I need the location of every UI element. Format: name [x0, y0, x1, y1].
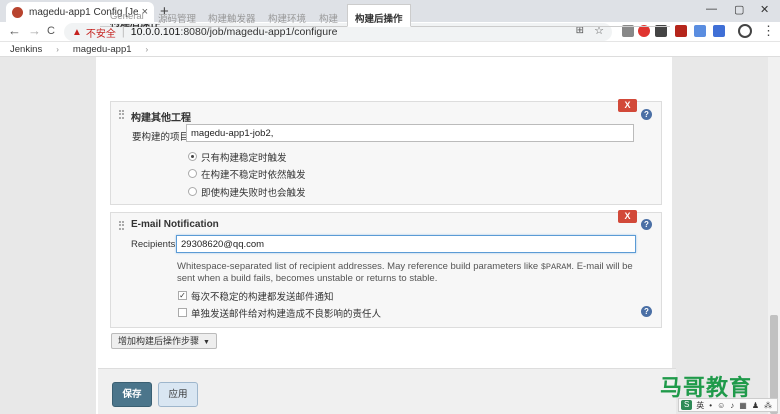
menu-more-icon[interactable]: ⋮ [762, 23, 775, 39]
caret-down-icon: ▼ [203, 339, 210, 346]
option-failed[interactable]: 即使构建失败时也会触发 [201, 185, 306, 199]
delete-step-button[interactable]: X [618, 210, 637, 223]
close-window-button[interactable]: ✕ [760, 3, 769, 16]
ime-punct-icon[interactable]: • [709, 401, 712, 410]
warning-icon: ▲ [72, 26, 82, 38]
projects-label: 要构建的项目 [132, 132, 190, 143]
option-stable-only[interactable]: 只有构建稳定时触发 [201, 150, 287, 164]
recipients-input[interactable] [176, 235, 636, 253]
minimize-button[interactable]: — [706, 3, 717, 15]
extension-pdf-icon[interactable] [675, 25, 687, 37]
save-button[interactable]: 保存 [112, 382, 152, 407]
back-button[interactable]: ← [8, 23, 21, 38]
ime-toolbar[interactable]: S 英 • ☺ ♪ ▦ ♟ ⁂ [678, 398, 778, 412]
ime-grid-icon[interactable]: ⁂ [764, 401, 772, 410]
recipients-label: Recipients [131, 239, 176, 250]
radio-stable-only[interactable] [188, 152, 197, 161]
help-icon[interactable]: ? [641, 219, 652, 230]
checkbox-responsible[interactable] [178, 308, 187, 317]
section-title: 构建其他工程 [131, 113, 191, 124]
tab-post-build[interactable]: 构建后操作 [347, 4, 411, 27]
option-unstable[interactable]: 在构建不稳定时依然触发 [201, 167, 306, 181]
recipients-description: Whitespace-separated list of recipient a… [177, 261, 633, 284]
breadcrumb-separator-icon: › [145, 44, 149, 54]
breadcrumb-separator-icon: › [56, 44, 59, 54]
breadcrumb-job[interactable]: magedu-app1 [73, 44, 132, 55]
option-every-unstable[interactable]: 每次不稳定的构建都发送邮件通知 [191, 289, 334, 303]
option-responsible[interactable]: 单独发送邮件给对构建造成不良影响的责任人 [191, 306, 381, 320]
tab-build[interactable]: 构建 [319, 11, 338, 25]
radio-unstable[interactable] [188, 169, 197, 178]
maximize-button[interactable]: ▢ [734, 3, 744, 16]
jenkins-favicon-icon [12, 6, 23, 18]
reload-button[interactable]: C [47, 25, 55, 37]
page-scrollbar[interactable] [768, 57, 780, 414]
add-post-build-step-button[interactable]: 增加构建后操作步骤 ▼ [111, 333, 217, 349]
extension-translate-icon[interactable] [713, 25, 725, 37]
profile-avatar-icon[interactable] [738, 24, 752, 38]
ime-voice-icon[interactable]: ♪ [730, 401, 734, 410]
projects-input[interactable] [186, 124, 634, 142]
checkbox-unstable[interactable]: ✓ [178, 291, 187, 300]
ime-emoji-icon[interactable]: ☺ [717, 401, 725, 410]
section-title: E-mail Notification [131, 219, 219, 230]
ime-shirt-icon[interactable]: ♟ [752, 401, 759, 410]
breadcrumb-jenkins[interactable]: Jenkins [10, 44, 42, 55]
ime-keyboard-icon[interactable]: ▦ [739, 401, 747, 410]
drag-handle-icon[interactable] [119, 110, 124, 119]
extension-check-icon[interactable] [694, 25, 706, 37]
breadcrumb: Jenkins › magedu-app1 › [0, 42, 780, 57]
apply-button[interactable]: 应用 [158, 382, 198, 407]
radio-failed[interactable] [188, 187, 197, 196]
tab-triggers[interactable]: 构建触发器 [208, 11, 256, 25]
help-icon[interactable]: ? [641, 109, 652, 120]
ime-logo-icon: S [681, 400, 693, 410]
config-tabs: General 源码管理 构建触发器 构建环境 构建 构建后操作 [100, 3, 670, 27]
forward-button[interactable]: → [28, 23, 41, 38]
drag-handle-icon[interactable] [119, 221, 124, 230]
ime-language[interactable]: 英 [696, 400, 704, 411]
section-heading-clipped: 构建后操作 [110, 24, 170, 28]
delete-step-button[interactable]: X [618, 99, 637, 112]
tab-scm[interactable]: 源码管理 [158, 11, 196, 25]
tab-environment[interactable]: 构建环境 [268, 11, 306, 25]
tab-general[interactable]: General [110, 11, 144, 22]
help-icon[interactable]: ? [641, 306, 652, 317]
